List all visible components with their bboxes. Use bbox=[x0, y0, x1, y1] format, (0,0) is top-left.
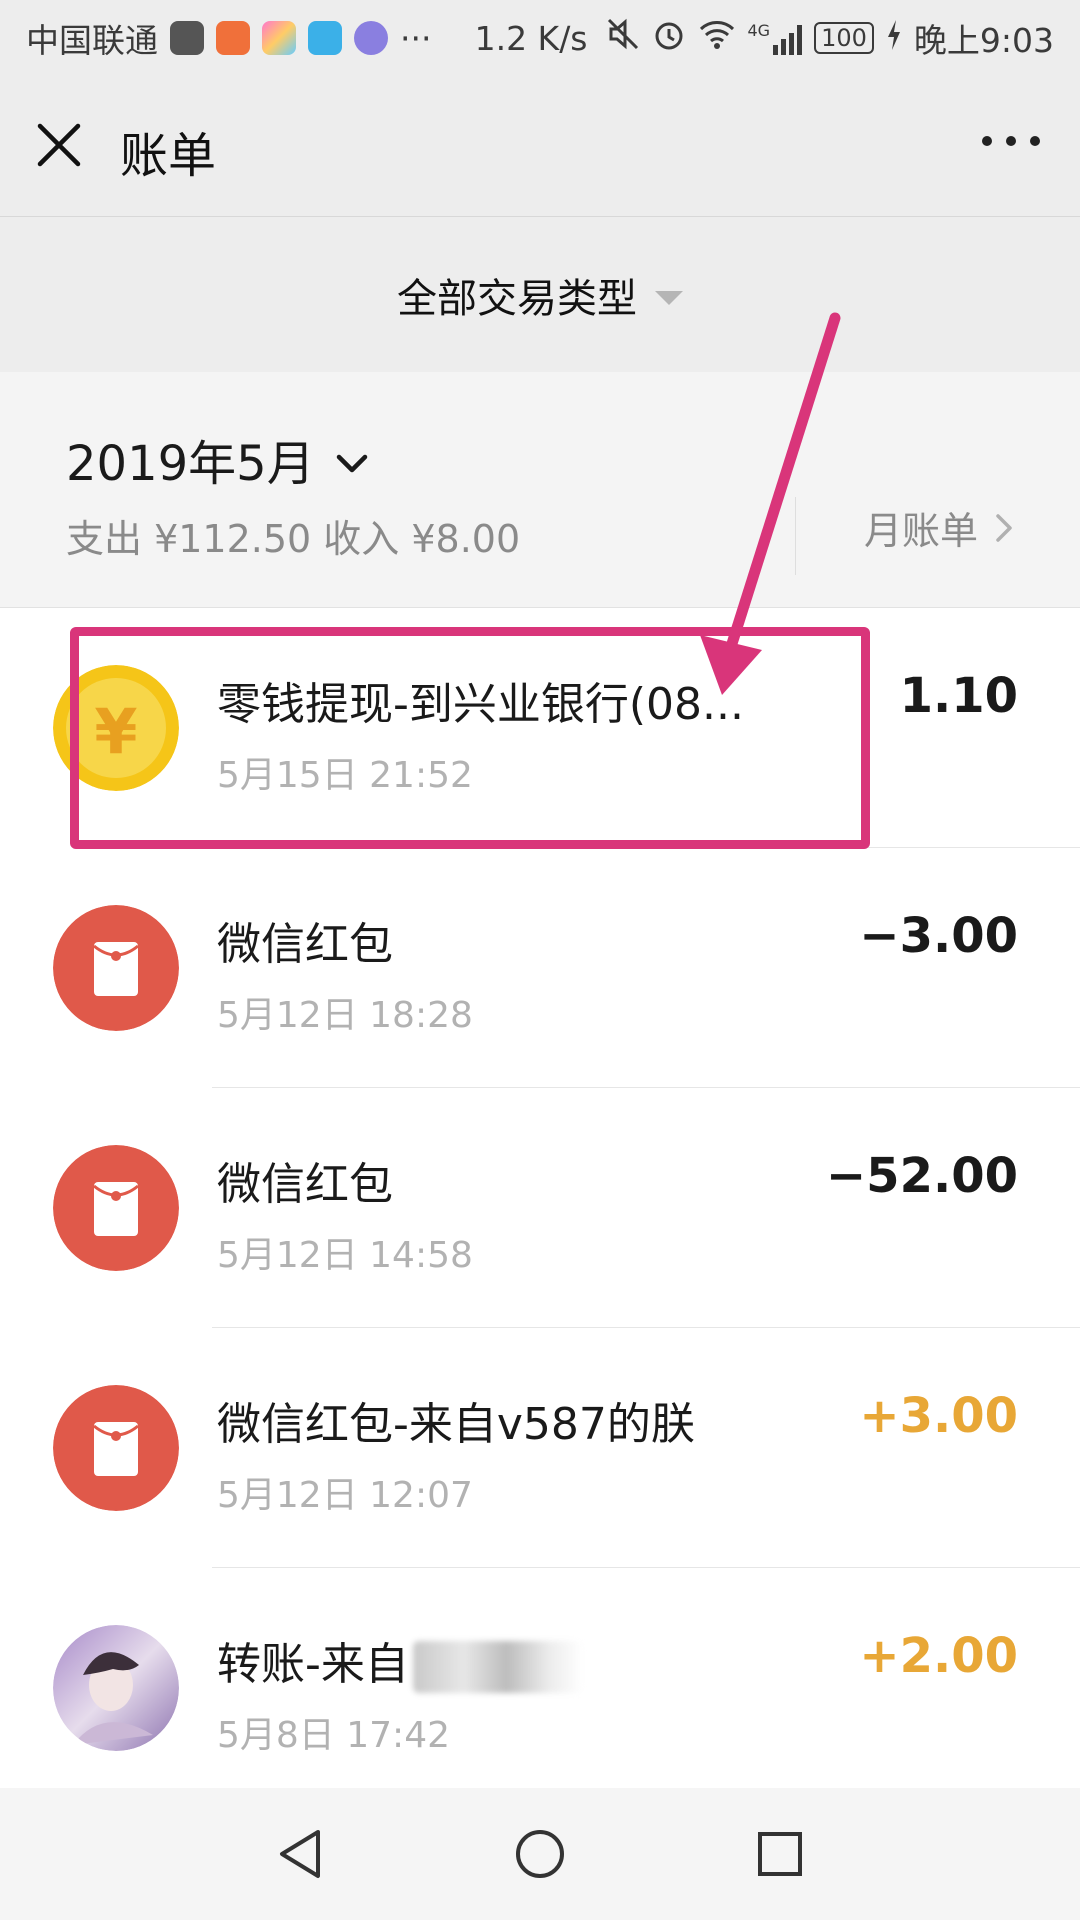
transaction-type-filter[interactable]: 全部交易类型 bbox=[0, 217, 1080, 372]
monthly-bill-link[interactable]: 月账单 bbox=[864, 500, 1014, 555]
transaction-time: 5月12日 18:28 bbox=[217, 995, 473, 1036]
highlight-box bbox=[70, 627, 870, 849]
back-icon[interactable] bbox=[270, 1824, 330, 1884]
photos-app-icon bbox=[262, 21, 296, 55]
red-packet-icon bbox=[53, 1385, 179, 1511]
user-avatar bbox=[53, 1625, 179, 1751]
system-nav-bar bbox=[0, 1788, 1080, 1920]
mute-icon bbox=[606, 17, 640, 59]
caret-down-icon bbox=[655, 290, 683, 305]
chevron-down-icon bbox=[335, 431, 369, 487]
carrier-label: 中国联通 bbox=[26, 21, 158, 60]
filter-label: 全部交易类型 bbox=[397, 275, 637, 322]
red-packet-icon bbox=[53, 1145, 179, 1271]
status-bar: 中国联通 ··· 1.2 K/s 4G 100 晚上9:03 bbox=[0, 0, 1080, 76]
cell-signal-icon: 4G bbox=[748, 21, 803, 55]
recents-icon[interactable] bbox=[750, 1824, 810, 1884]
transaction-title: 微信红包 bbox=[217, 1159, 393, 1210]
transaction-row[interactable]: 微信红包 5月12日 18:28 −3.00 bbox=[0, 848, 1080, 1088]
more-notifications-icon: ··· bbox=[400, 18, 432, 58]
transaction-title: 微信红包 bbox=[217, 919, 393, 970]
music-app-icon bbox=[354, 21, 388, 55]
video-app-icon bbox=[216, 21, 250, 55]
transaction-row[interactable]: 微信红包 5月12日 14:58 −52.00 bbox=[0, 1088, 1080, 1328]
transaction-row[interactable]: 微信红包-来自v587的朕 5月12日 12:07 +3.00 bbox=[0, 1328, 1080, 1568]
transaction-amount: −3.00 bbox=[859, 908, 1018, 964]
month-selector[interactable]: 2019年5月 bbox=[66, 424, 369, 494]
transaction-title: 转账-来自 bbox=[217, 1628, 583, 1693]
network-speed: 1.2 K/s bbox=[474, 18, 588, 58]
transaction-time: 5月12日 12:07 bbox=[217, 1475, 473, 1516]
page-title: 账单 bbox=[120, 128, 217, 184]
month-label: 2019年5月 bbox=[66, 436, 315, 492]
monthly-bill-label: 月账单 bbox=[864, 509, 979, 553]
charging-icon bbox=[886, 19, 902, 58]
clock: 晚上9:03 bbox=[913, 21, 1054, 60]
month-totals: 支出 ¥112.50 收入 ¥8.00 bbox=[66, 517, 521, 561]
divider bbox=[795, 497, 796, 575]
transaction-title: 微信红包-来自v587的朕 bbox=[217, 1399, 695, 1450]
transaction-amount: +2.00 bbox=[859, 1628, 1018, 1684]
home-icon[interactable] bbox=[510, 1824, 570, 1884]
blurred-name bbox=[412, 1641, 583, 1693]
red-packet-icon bbox=[53, 905, 179, 1031]
top-nav-bar: 账单 bbox=[0, 76, 1080, 217]
network-type-label: 4G bbox=[747, 21, 771, 40]
transaction-amount: 1.10 bbox=[899, 668, 1018, 724]
transaction-row[interactable]: 转账-来自 5月8日 17:42 +2.00 bbox=[0, 1568, 1080, 1788]
transaction-time: 5月12日 14:58 bbox=[217, 1235, 473, 1276]
alarm-icon bbox=[652, 17, 686, 59]
more-icon[interactable] bbox=[982, 136, 1040, 146]
wifi-icon bbox=[698, 17, 736, 59]
transaction-amount: −52.00 bbox=[825, 1148, 1018, 1204]
transaction-title-text: 转账-来自 bbox=[217, 1639, 409, 1690]
huawei-app-icon bbox=[170, 21, 204, 55]
battery-icon: 100 bbox=[814, 22, 874, 54]
chevron-right-icon bbox=[996, 513, 1012, 542]
transaction-time: 5月8日 17:42 bbox=[217, 1715, 450, 1756]
close-icon[interactable] bbox=[36, 122, 82, 168]
transaction-amount: +3.00 bbox=[859, 1388, 1018, 1444]
month-summary: 2019年5月 支出 ¥112.50 收入 ¥8.00 月账单 bbox=[0, 372, 1080, 608]
send-app-icon bbox=[308, 21, 342, 55]
